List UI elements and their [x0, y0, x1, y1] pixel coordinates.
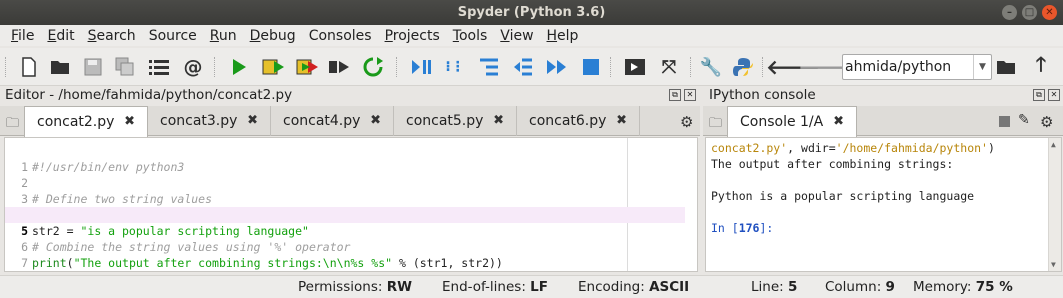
toolbar-separator — [690, 57, 692, 77]
toolbar-separator — [5, 57, 7, 77]
forward-arrow-icon[interactable]: 🡒 — [798, 55, 852, 79]
run-cell-icon[interactable] — [262, 56, 284, 78]
menu-help[interactable]: Help — [542, 28, 587, 44]
toolbar-separator — [396, 57, 398, 77]
menu-file[interactable]: File — [6, 28, 42, 44]
code-line-current: 5 str2 = "is a popular scripting language… — [5, 207, 685, 238]
stop-debug-icon[interactable] — [580, 56, 602, 78]
menu-edit[interactable]: Edit — [42, 28, 82, 44]
save-all-icon[interactable] — [114, 56, 136, 78]
menu-projects[interactable]: Projects — [380, 28, 448, 44]
code-line: 1 #!/usr/bin/env python3 — [21, 160, 185, 174]
undock-icon[interactable]: ⧉ — [1033, 89, 1045, 101]
menu-bar: File Edit Search Source Run Debug Consol… — [0, 25, 1063, 46]
close-pane-icon[interactable]: ✕ — [684, 89, 696, 101]
step-into-icon[interactable] — [478, 56, 500, 78]
menu-run[interactable]: Run — [205, 28, 245, 44]
menu-debug[interactable]: Debug — [245, 28, 304, 44]
browse-tabs-icon[interactable]: 🗀 — [6, 114, 19, 136]
close-tab-icon[interactable]: ✖ — [370, 106, 381, 136]
tab-concat6[interactable]: concat6.py ✖ — [517, 106, 640, 136]
new-file-icon[interactable] — [18, 56, 40, 78]
menu-tools[interactable]: Tools — [448, 28, 496, 44]
parent-directory-icon[interactable]: 🡑 — [1030, 52, 1052, 78]
continue-icon[interactable] — [546, 56, 568, 78]
options-gear-icon[interactable]: ⚙ — [680, 113, 693, 131]
fullscreen-icon[interactable]: ⤧ — [658, 56, 680, 78]
editor-tab-bar: 🗀 concat2.py ✖ concat3.py ✖ concat4.py ✖ co… — [0, 106, 700, 137]
console-tab-bar: 🗀 Console 1/A ✖ ✎ ⚙ — [703, 106, 1063, 137]
preferences-wrench-icon[interactable]: 🔧 — [700, 56, 722, 78]
tab-console-1a[interactable]: Console 1/A ✖ — [727, 106, 857, 137]
tab-concat5[interactable]: concat5.py ✖ — [394, 106, 517, 136]
list-icon[interactable] — [148, 56, 170, 78]
step-icon[interactable]: ⁝⋮ — [444, 56, 466, 78]
close-tab-icon[interactable]: ✖ — [247, 106, 258, 136]
maximize-button[interactable]: □ — [1022, 5, 1037, 20]
column-status: Column: 9 — [825, 279, 895, 295]
menu-source[interactable]: Source — [144, 28, 205, 44]
chevron-down-icon[interactable]: ▼ — [973, 55, 991, 79]
line-status: Line: 5 — [751, 279, 798, 295]
console-line: concat2.py', wdir='/home/fahmida/python'… — [711, 141, 995, 155]
python-path-icon[interactable] — [732, 56, 754, 78]
close-tab-icon[interactable]: ✖ — [124, 107, 135, 137]
open-folder-icon[interactable] — [50, 56, 72, 78]
code-line: 6 # Combine the string values using '%' o… — [21, 240, 351, 254]
run-cell-advance-icon[interactable] — [296, 56, 318, 78]
run-selection-icon[interactable] — [328, 56, 350, 78]
browse-folder-icon[interactable] — [996, 56, 1018, 78]
console-line: Python is a popular scripting language — [711, 189, 975, 203]
rerun-icon[interactable] — [362, 56, 384, 78]
window-title: Spyder (Python 3.6) — [457, 5, 606, 20]
console-line: The output after combining strings: — [711, 157, 954, 171]
ipython-console[interactable]: concat2.py', wdir='/home/fahmida/python'… — [705, 137, 1062, 272]
eol-status: End-of-lines: LF — [442, 279, 548, 295]
encoding-status: Encoding: ASCII — [578, 279, 690, 295]
options-gear-icon[interactable]: ⚙ — [1040, 113, 1053, 131]
menu-search[interactable]: Search — [83, 28, 144, 44]
window-titlebar: Spyder (Python 3.6) – □ ✕ — [0, 0, 1063, 25]
close-tab-icon[interactable]: ✖ — [493, 106, 504, 136]
working-directory-combo[interactable]: ahmida/python ▼ — [842, 54, 992, 80]
close-tab-icon[interactable]: ✖ — [833, 107, 844, 137]
console-pane-title: IPython console — [709, 87, 816, 103]
browse-tabs-icon[interactable]: 🗀 — [709, 114, 722, 136]
working-directory-value: ahmida/python — [845, 59, 952, 75]
code-line: 4str1 = "Python" — [5, 191, 685, 222]
maximize-pane-icon[interactable] — [624, 56, 646, 78]
toolbar-separator — [762, 57, 764, 77]
save-icon[interactable] — [82, 56, 104, 78]
code-line: 2 — [21, 176, 28, 190]
tab-concat3[interactable]: concat3.py ✖ — [148, 106, 271, 136]
edit-pen-icon[interactable]: ✎ — [1018, 112, 1030, 128]
code-line: 7 print("The output after combining strin… — [21, 256, 503, 270]
at-sign-icon[interactable]: @ — [182, 56, 204, 78]
stop-kernel-icon[interactable] — [999, 116, 1010, 127]
toolbar-separator — [610, 57, 612, 77]
memory-status: Memory: 75 % — [913, 279, 1013, 295]
close-window-button[interactable]: ✕ — [1042, 5, 1057, 20]
console-scrollbar[interactable]: ▲ ▼ — [1048, 138, 1061, 271]
minimize-button[interactable]: – — [1002, 5, 1017, 20]
undock-icon[interactable]: ⧉ — [669, 89, 681, 101]
debug-icon[interactable] — [410, 56, 432, 78]
status-bar: Permissions: RW End-of-lines: LF Encodin… — [0, 275, 1063, 298]
tab-concat4[interactable]: concat4.py ✖ — [271, 106, 394, 136]
toolbar-separator — [214, 57, 216, 77]
permissions-status: Permissions: RW — [298, 279, 412, 295]
step-return-icon[interactable] — [512, 56, 534, 78]
console-prompt: In [176]: — [711, 221, 774, 235]
menu-consoles[interactable]: Consoles — [304, 28, 380, 44]
editor-pane-title: Editor - /home/fahmida/python/concat2.py — [5, 87, 293, 103]
run-icon[interactable] — [228, 56, 250, 78]
tab-concat2[interactable]: concat2.py ✖ — [24, 106, 148, 137]
code-editor[interactable]: 1 #!/usr/bin/env python3 2 3 # Define two … — [4, 137, 698, 272]
close-pane-icon[interactable]: ✕ — [1048, 89, 1060, 101]
close-tab-icon[interactable]: ✖ — [616, 106, 627, 136]
code-line: 3 # Define two string values — [21, 192, 213, 206]
menu-view[interactable]: View — [495, 28, 541, 44]
